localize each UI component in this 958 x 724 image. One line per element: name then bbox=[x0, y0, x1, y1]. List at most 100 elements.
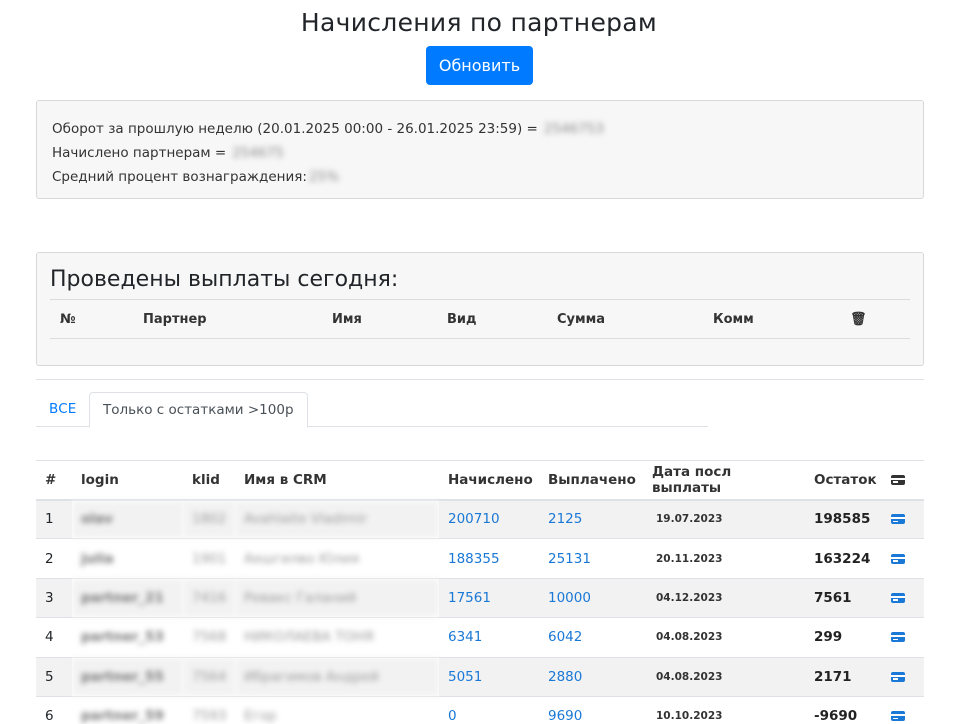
payouts-col-name: Имя bbox=[332, 312, 362, 327]
table-row: 4 partner_53 7568 НИКОЛАЕВА ТОНЯ 6341 60… bbox=[36, 617, 924, 658]
col-accrued: Начислено bbox=[439, 460, 539, 501]
row-crm-name: Аешгилво Юлия bbox=[235, 538, 439, 579]
row-last-payout-date: 10.10.2023 bbox=[643, 695, 805, 724]
turnover-value: 2546753 bbox=[543, 121, 604, 137]
payouts-col-partner: Партнер bbox=[143, 312, 207, 327]
filter-tabs: ВСЕ Только с остатками >100р bbox=[36, 392, 708, 428]
row-last-payout-date: 20.11.2023 bbox=[643, 538, 805, 579]
col-balance: Остаток bbox=[805, 460, 882, 501]
row-balance: 198585 bbox=[805, 498, 882, 539]
row-balance: -9690 bbox=[805, 695, 882, 724]
row-accrued-link[interactable]: 6341 bbox=[439, 617, 539, 658]
row-login: partner_55 bbox=[72, 656, 183, 697]
credit-card-icon[interactable] bbox=[891, 671, 905, 682]
row-accrued-link[interactable]: 17561 bbox=[439, 577, 539, 618]
accrued-line: Начислено партнерам = 254675 bbox=[52, 141, 908, 165]
accrued-label: Начислено партнерам = bbox=[52, 145, 227, 161]
percent-line: Средний процент вознаграждения: 25% bbox=[52, 165, 908, 189]
tab-with-balance[interactable]: Только с остатками >100р bbox=[89, 392, 308, 428]
row-balance: 299 bbox=[805, 617, 882, 658]
row-login: partner_21 bbox=[72, 577, 183, 618]
row-balance: 7561 bbox=[805, 577, 882, 618]
row-index: 4 bbox=[36, 617, 72, 658]
table-row: 2 julia 1901 Аешгилво Юлия 188355 25131 … bbox=[36, 538, 924, 579]
table-row: 3 partner_21 7416 Ревакс Галаний 17561 1… bbox=[36, 577, 924, 618]
payouts-card: Проведены выплаты сегодня: № Партнер Имя… bbox=[36, 252, 924, 366]
row-index: 1 bbox=[36, 498, 72, 539]
row-crm-name: Avahlaite Vladimir bbox=[235, 498, 439, 539]
turnover-line: Оборот за прошлую неделю (20.01.2025 00:… bbox=[52, 117, 908, 141]
row-index: 2 bbox=[36, 538, 72, 579]
row-accrued-link[interactable]: 200710 bbox=[439, 498, 539, 539]
row-last-payout-date: 19.07.2023 bbox=[643, 498, 805, 539]
row-klid: 7568 bbox=[183, 617, 235, 658]
credit-card-icon[interactable] bbox=[891, 553, 905, 564]
row-login: olav bbox=[72, 498, 183, 539]
row-pay-button[interactable] bbox=[882, 656, 924, 697]
row-pay-button[interactable] bbox=[882, 538, 924, 579]
credit-card-icon[interactable] bbox=[891, 711, 905, 722]
row-klid: 7564 bbox=[183, 656, 235, 697]
row-accrued-link[interactable]: 5051 bbox=[439, 656, 539, 697]
row-accrued-link[interactable]: 0 bbox=[439, 695, 539, 724]
row-klid: 1901 bbox=[183, 538, 235, 579]
payouts-col-number: № bbox=[60, 312, 76, 327]
row-paid-link[interactable]: 6042 bbox=[539, 617, 643, 658]
row-crm-name: Ибрагимов Андрей bbox=[235, 656, 439, 697]
col-pay bbox=[882, 460, 924, 501]
row-balance: 2171 bbox=[805, 656, 882, 697]
credit-card-icon[interactable] bbox=[891, 632, 905, 643]
row-last-payout-date: 04.12.2023 bbox=[643, 577, 805, 618]
turnover-label: Оборот за прошлую неделю (20.01.2025 00:… bbox=[52, 121, 538, 137]
row-pay-button[interactable] bbox=[882, 617, 924, 658]
table-row: 6 partner_59 7593 Егор 0 9690 10.10.2023… bbox=[36, 695, 924, 724]
row-index: 3 bbox=[36, 577, 72, 618]
col-index: # bbox=[36, 460, 72, 501]
row-crm-name: НИКОЛАЕВА ТОНЯ bbox=[235, 617, 439, 658]
col-login: login bbox=[72, 460, 183, 501]
col-klid: klid bbox=[183, 460, 235, 501]
table-row: 1 olav 1802 Avahlaite Vladimir 200710 21… bbox=[36, 498, 924, 539]
col-last-payout-date: Дата посл выплаты bbox=[643, 460, 805, 501]
row-crm-name: Ревакс Галаний bbox=[235, 577, 439, 618]
row-paid-link[interactable]: 10000 bbox=[539, 577, 643, 618]
accrued-value: 254675 bbox=[232, 145, 284, 161]
col-paid: Выплачено bbox=[539, 460, 643, 501]
percent-value: 25% bbox=[308, 169, 339, 185]
row-pay-button[interactable] bbox=[882, 498, 924, 539]
row-paid-link[interactable]: 2880 bbox=[539, 656, 643, 697]
row-paid-link[interactable]: 2125 bbox=[539, 498, 643, 539]
payouts-table-header: № Партнер Имя Вид Сумма Комм 🗑 bbox=[50, 299, 910, 339]
row-paid-link[interactable]: 9690 bbox=[539, 695, 643, 724]
credit-card-icon[interactable] bbox=[891, 592, 905, 603]
row-klid: 7593 bbox=[183, 695, 235, 724]
row-klid: 7416 bbox=[183, 577, 235, 618]
refresh-button[interactable]: Обновить bbox=[426, 46, 533, 85]
row-login: partner_53 bbox=[72, 617, 183, 658]
row-last-payout-date: 04.08.2023 bbox=[643, 656, 805, 697]
row-login: julia bbox=[72, 538, 183, 579]
section-divider bbox=[36, 379, 924, 380]
table-row: 5 partner_55 7564 Ибрагимов Андрей 5051 … bbox=[36, 656, 924, 697]
row-login: partner_59 bbox=[72, 695, 183, 724]
row-pay-button[interactable] bbox=[882, 577, 924, 618]
col-crm-name: Имя в CRM bbox=[235, 460, 439, 501]
summary-card: Оборот за прошлую неделю (20.01.2025 00:… bbox=[36, 100, 924, 199]
row-accrued-link[interactable]: 188355 bbox=[439, 538, 539, 579]
row-paid-link[interactable]: 25131 bbox=[539, 538, 643, 579]
payouts-title: Проведены выплаты сегодня: bbox=[50, 267, 399, 292]
row-klid: 1802 bbox=[183, 498, 235, 539]
trash-icon: 🗑 bbox=[850, 312, 867, 327]
page-title: Начисления по партнерам bbox=[300, 8, 658, 37]
credit-card-icon[interactable] bbox=[891, 514, 905, 525]
row-last-payout-date: 04.08.2023 bbox=[643, 617, 805, 658]
row-pay-button[interactable] bbox=[882, 695, 924, 724]
percent-label: Средний процент вознаграждения: bbox=[52, 169, 307, 185]
row-index: 5 bbox=[36, 656, 72, 697]
table-header-row: # login klid Имя в CRM Начислено Выплаче… bbox=[36, 460, 924, 501]
row-balance: 163224 bbox=[805, 538, 882, 579]
tab-all[interactable]: ВСЕ bbox=[36, 392, 89, 427]
credit-card-icon bbox=[891, 474, 905, 485]
payouts-col-sum: Сумма bbox=[557, 312, 606, 327]
partners-table: # login klid Имя в CRM Начислено Выплаче… bbox=[36, 460, 924, 724]
